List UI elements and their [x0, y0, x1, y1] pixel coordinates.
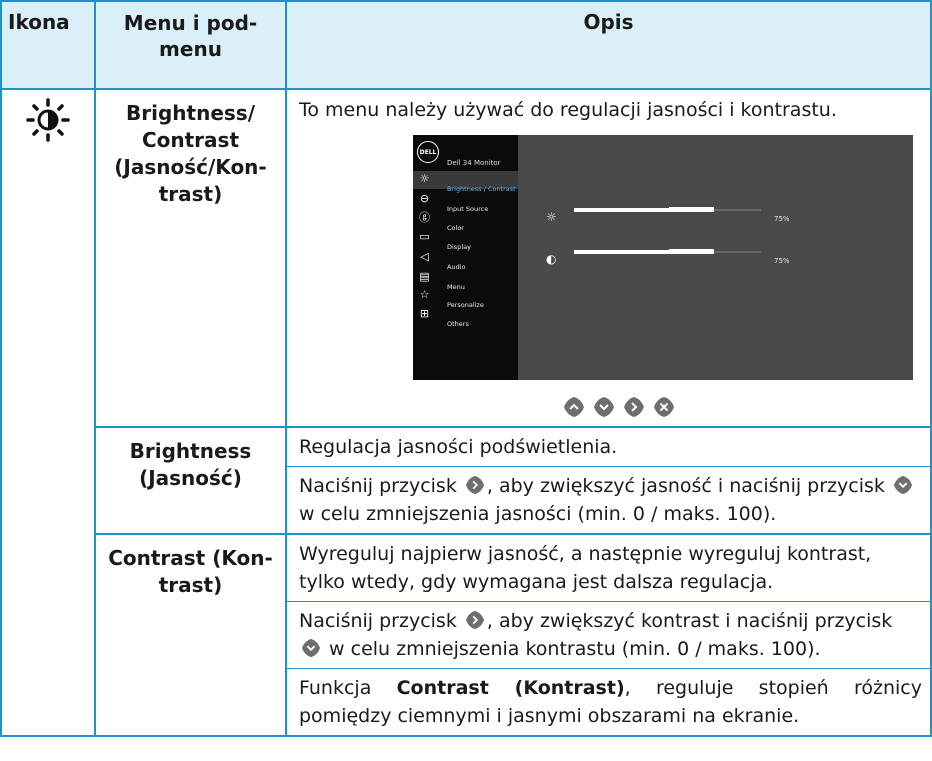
- input-source-icon: ⊖: [419, 192, 430, 205]
- osd-menu: DELL Dell 34 Monitor ☼ Brightness / Contr…: [413, 135, 913, 380]
- brightness-icon: ☼: [546, 210, 557, 224]
- osd-item-audio[interactable]: ◁ Audio: [413, 249, 518, 271]
- brightness-slider[interactable]: [574, 207, 761, 212]
- brightness-p1: Regulacja jasności podświetlenia.: [299, 436, 618, 458]
- osd-item-label: Others: [447, 320, 469, 328]
- right-button-icon[interactable]: [623, 396, 645, 418]
- others-icon: ⊞: [419, 307, 430, 320]
- bold-term: Contrast (Kontrast): [396, 677, 625, 699]
- down-button-icon[interactable]: [593, 396, 615, 418]
- right-button-icon: [465, 475, 484, 495]
- menu-contrast: Contrast (Kon- trast): [94, 533, 287, 737]
- menu-line: (Jasność/Kon-: [114, 155, 267, 179]
- osd-item-display[interactable]: ▭ Display: [413, 229, 518, 251]
- star-icon: ☆: [419, 288, 430, 301]
- contrast-p3: Funkcja Contrast (Kontrast), reguluje st…: [287, 668, 930, 735]
- intro-text: To menu należy używać do regulacji jasno…: [299, 99, 837, 121]
- menu-line: Contrast: [141, 128, 240, 152]
- desc-brightness: Regulacja jasności podświetlenia. Naciśn…: [285, 426, 932, 535]
- brightness-p2: Naciśnij przycisk , aby zwiększyć jasnoś…: [287, 466, 930, 533]
- row-brightness-contrast: Brightness/ Contrast (Jasność/Kon- trast…: [0, 88, 932, 737]
- dell-logo: DELL: [417, 141, 439, 163]
- osd-item-personalize[interactable]: ☆ Personalize: [413, 287, 518, 309]
- brightness-value: 75%: [774, 215, 790, 223]
- brightness-sun-icon: [26, 98, 70, 142]
- down-button-icon: [301, 638, 321, 658]
- color-icon: ⓖ: [419, 211, 430, 224]
- text: , aby zwiększyć kontrast i naciśnij przy…: [486, 610, 893, 632]
- menu-line: trast): [158, 573, 223, 597]
- menu-line: trast): [158, 182, 223, 206]
- desc-contrast: Wyreguluj najpierw jasność, a następnie …: [285, 533, 932, 737]
- contrast-p1: Wyreguluj najpierw jasność, a następnie …: [299, 543, 872, 593]
- header-menu: Menu i pod- menu: [94, 0, 287, 90]
- settings-table: Ikona Menu i pod- menu Opis Brightness/ …: [0, 0, 932, 737]
- icon-cell: [0, 88, 96, 737]
- text: Funkcja: [299, 677, 397, 699]
- osd-item-menu[interactable]: ▤ Menu: [413, 269, 518, 291]
- header-row: Ikona Menu i pod- menu Opis: [0, 0, 932, 90]
- osd-nav-buttons: [563, 396, 913, 418]
- osd-sidebar: DELL Dell 34 Monitor ☼ Brightness / Contr…: [413, 135, 518, 380]
- contrast-icon: ◐: [546, 252, 557, 266]
- osd-item-others[interactable]: ⊞ Others: [413, 306, 518, 328]
- audio-icon: ◁: [420, 250, 429, 263]
- right-button-icon: [465, 610, 484, 630]
- menu-line: Brightness/: [126, 101, 255, 125]
- osd-item-input-source[interactable]: ⊖ Input Source: [413, 191, 518, 213]
- brightness-icon: ☼: [419, 172, 430, 185]
- contrast-p2: Naciśnij przycisk , aby zwiększyć kontra…: [287, 601, 930, 668]
- menu-icon: ▤: [419, 270, 430, 283]
- menu-line: Brightness: [129, 439, 252, 463]
- osd-contrast-row: ◐ 75%: [546, 245, 906, 266]
- menu-line: Contrast (Kon-: [108, 546, 273, 570]
- osd-main-panel: ☼ 75% ◐ 75%: [518, 135, 913, 380]
- osd-item-color[interactable]: ⓖ Color: [413, 210, 518, 232]
- text: Naciśnij przycisk: [299, 610, 463, 632]
- row-brightness: Brightness (Jasność) Regulacja jasności …: [1, 426, 932, 535]
- contrast-slider[interactable]: [574, 249, 761, 254]
- text: , aby zwiększyć jasność i naciśnij przyc…: [486, 475, 891, 497]
- down-button-icon: [893, 475, 913, 495]
- header-menu-text: Menu i pod- menu: [123, 11, 258, 61]
- desc-brightness-contrast: To menu należy używać do regulacji jasno…: [285, 88, 932, 428]
- osd-item-brightness-contrast[interactable]: ☼ Brightness / Contrast: [413, 171, 518, 193]
- osd-brightness-row: ☼ 75%: [546, 203, 906, 224]
- menu-line: (Jasność): [139, 466, 242, 490]
- text: Naciśnij przycisk: [299, 475, 463, 497]
- close-button-icon[interactable]: [653, 396, 675, 418]
- contrast-value: 75%: [774, 257, 790, 265]
- header-description: Opis: [285, 0, 932, 90]
- up-button-icon[interactable]: [563, 396, 585, 418]
- header-icon: Ikona: [0, 0, 96, 90]
- osd-screenshot: DELL Dell 34 Monitor ☼ Brightness / Contr…: [413, 135, 913, 418]
- text: w celu zmniejszenia kontrastu (min. 0 / …: [323, 638, 821, 660]
- row-contrast: Contrast (Kon- trast) Wyreguluj najpierw…: [1, 533, 932, 737]
- display-icon: ▭: [419, 230, 430, 243]
- menu-brightness-contrast: Brightness/ Contrast (Jasność/Kon- trast…: [94, 88, 287, 428]
- text: w celu zmniejszenia jasności (min. 0 / m…: [299, 503, 777, 525]
- menu-brightness: Brightness (Jasność): [94, 426, 287, 535]
